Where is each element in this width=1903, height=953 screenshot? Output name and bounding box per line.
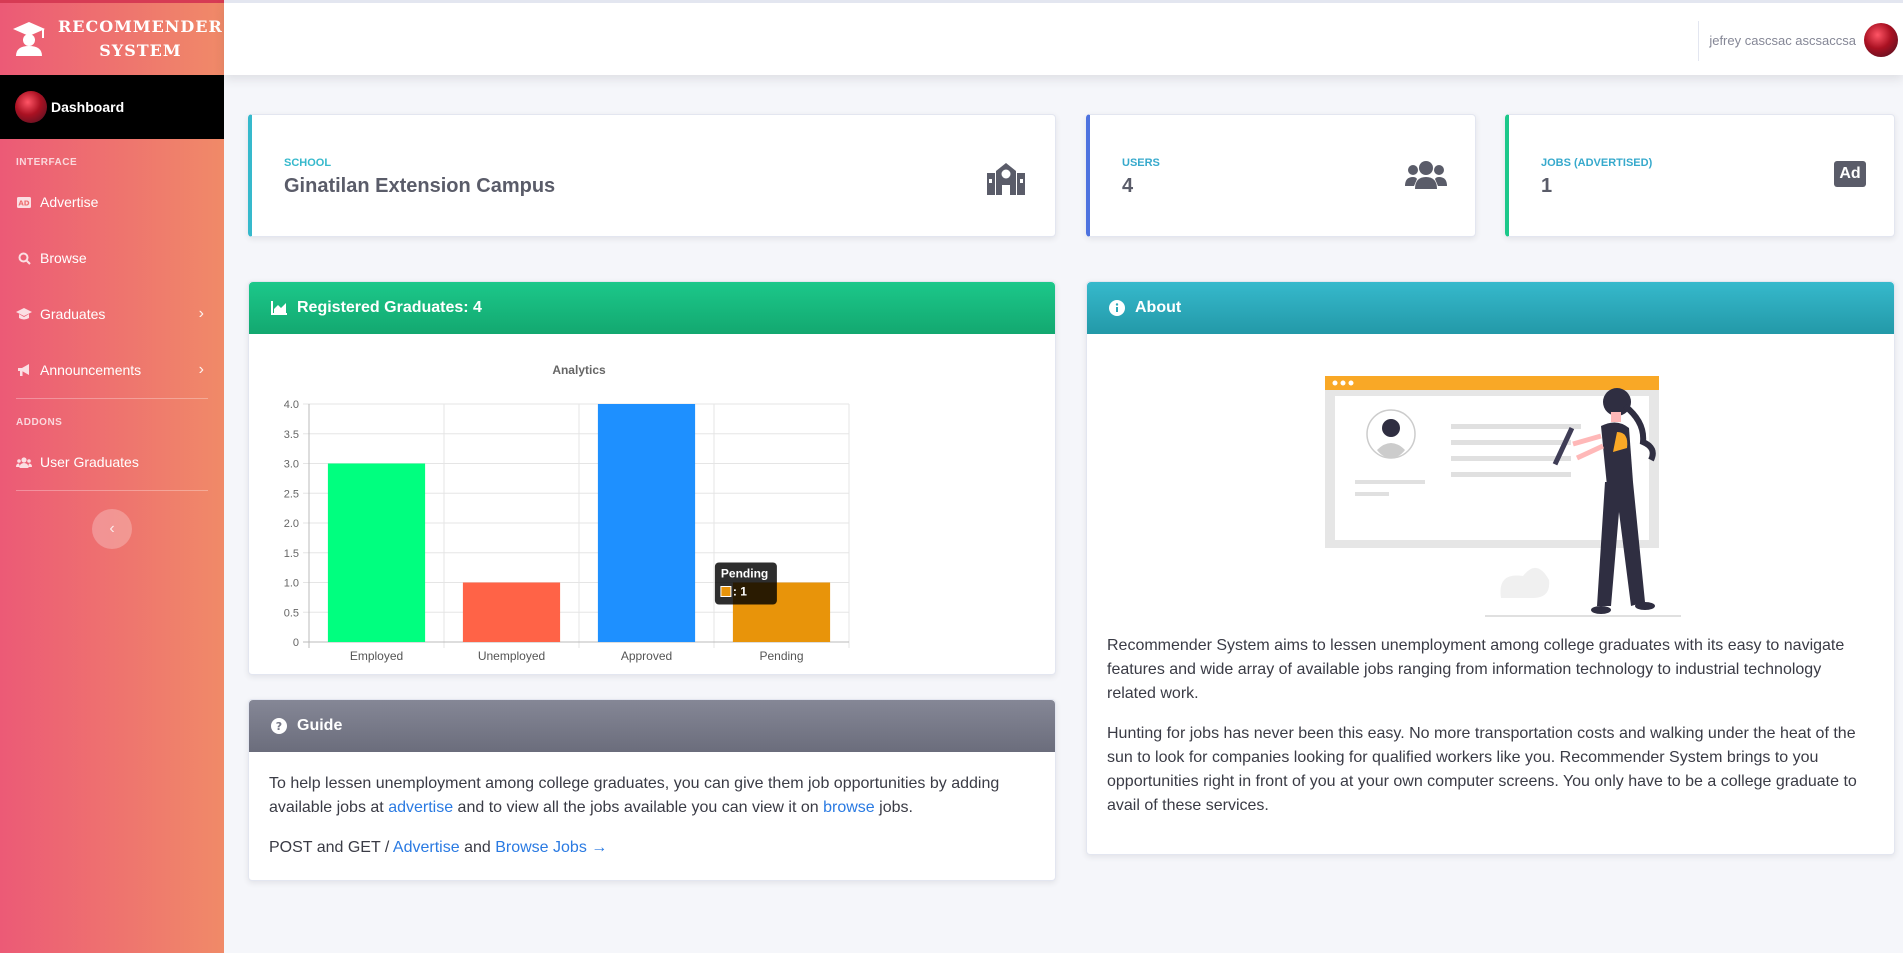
- megaphone-icon: [16, 363, 32, 377]
- ad-badge-icon: Ad: [1834, 161, 1866, 187]
- y-tick-label: 3.5: [284, 429, 299, 441]
- bar-unemployed: [462, 582, 561, 642]
- brand[interactable]: RECOMMENDER SYSTEM: [0, 0, 224, 75]
- question-circle-icon: ?: [271, 718, 287, 734]
- ad-badge-text: Ad: [1834, 161, 1866, 187]
- advertise-link[interactable]: advertise: [388, 799, 453, 816]
- tooltip-value: : 1: [733, 585, 747, 599]
- sidebar-item-advertise[interactable]: AD Advertise: [0, 174, 224, 230]
- analytics-chart: Analytics 4.0 3.5 3.0 2.5 2.0 1.5 1.0 0.5 0 Employ…: [284, 363, 850, 663]
- x-tick-label: Unemployed: [478, 649, 545, 663]
- tooltip-swatch: [720, 586, 732, 597]
- topbar-divider: [1698, 21, 1699, 61]
- about-panel: About Recommender System aims to lessen …: [1086, 281, 1895, 855]
- x-tick-label: Pending: [759, 649, 803, 663]
- sidebar-toggle-button[interactable]: ‹: [92, 509, 132, 549]
- panel-title: Registered Graduates: 4: [297, 299, 482, 316]
- stat-label: JOBS (ADVERTISED): [1541, 157, 1653, 169]
- stat-card-jobs: JOBS (ADVERTISED) 1 Ad: [1505, 114, 1895, 237]
- topbar: jefrey cascsac ascsaccsa: [224, 0, 1903, 75]
- panel-title: Guide: [297, 717, 343, 734]
- sidebar-item-browse[interactable]: Browse: [0, 230, 224, 286]
- y-tick-label: 4.0: [284, 399, 299, 411]
- sidebar-item-dashboard[interactable]: Dashboard: [0, 75, 224, 139]
- y-tick-label: 2.0: [284, 518, 299, 530]
- sidebar-item-announcements[interactable]: Announcements ›: [0, 342, 224, 398]
- y-tick-label: 1.0: [284, 578, 299, 590]
- about-paragraph-2: Hunting for jobs has never been this eas…: [1107, 725, 1857, 814]
- browse-jobs-link[interactable]: Browse Jobs →: [495, 839, 607, 856]
- graduation-cap-icon: [16, 308, 32, 320]
- x-tick-label: Approved: [621, 649, 672, 663]
- stat-card-users: USERS 4: [1086, 114, 1476, 237]
- user-name[interactable]: jefrey cascsac ascsaccsa: [1709, 33, 1856, 48]
- panel-header: About: [1087, 282, 1894, 334]
- sidebar-item-label: User Graduates: [40, 454, 139, 470]
- y-tick-label: 1.5: [284, 548, 299, 560]
- x-tick-label: Employed: [350, 649, 403, 663]
- chart-title: Analytics: [552, 363, 606, 377]
- search-icon: [16, 252, 32, 265]
- about-paragraph-1: Recommender System aims to lessen unempl…: [1107, 637, 1845, 702]
- bar-employed: [327, 463, 426, 642]
- stat-label: SCHOOL: [284, 157, 332, 169]
- y-tick-label: 0: [293, 637, 299, 649]
- divider: [16, 490, 208, 491]
- stat-value: 1: [1541, 175, 1553, 197]
- sidebar-item-label: Graduates: [40, 306, 106, 322]
- guide-text: jobs.: [874, 799, 913, 816]
- area-chart-icon: [271, 301, 287, 315]
- panel-header: Registered Graduates: 4: [249, 282, 1055, 334]
- chevron-right-icon: ›: [198, 305, 204, 322]
- stat-label: USERS: [1122, 157, 1160, 169]
- users-icon: [16, 456, 32, 468]
- chevron-right-icon: ›: [198, 361, 204, 378]
- panel-title: About: [1135, 299, 1182, 316]
- registered-graduates-panel: Registered Graduates: 4 Analytics 4.0 3.5 3…: [248, 281, 1056, 675]
- brand-line-2: SYSTEM: [99, 41, 182, 60]
- y-tick-label: 0.5: [284, 607, 299, 619]
- info-circle-icon: [1109, 300, 1125, 316]
- sidebar-item-label: Dashboard: [51, 99, 125, 115]
- advertise-link[interactable]: Advertise: [393, 839, 460, 856]
- illustration-image: [1325, 376, 1681, 617]
- guide-text: and: [459, 839, 496, 856]
- school-icon: [985, 159, 1027, 200]
- sidebar-item-label: Browse: [40, 250, 87, 266]
- y-tick-label: 3.0: [284, 459, 299, 471]
- stat-value: Ginatilan Extension Campus: [284, 175, 556, 197]
- guide-text: POST and GET /: [269, 839, 393, 856]
- stat-value: 4: [1122, 175, 1134, 197]
- tooltip-title: Pending: [721, 567, 768, 581]
- users-icon: [1405, 159, 1447, 196]
- brand-line-1: RECOMMENDER: [58, 17, 223, 36]
- guide-paragraph-1: To help lessen unemployment among colleg…: [269, 772, 1035, 820]
- graduate-logo-icon: [12, 20, 46, 58]
- sidebar: RECOMMENDER SYSTEM Dashboard INTERFACE A…: [0, 0, 224, 953]
- sidebar-item-user-graduates[interactable]: User Graduates: [0, 434, 224, 490]
- sidebar-item-label: Announcements: [40, 362, 142, 378]
- guide-text: and to view all the jobs available you c…: [453, 799, 824, 816]
- section-heading-addons: ADDONS: [16, 417, 63, 428]
- sidebar-item-graduates[interactable]: Graduates ›: [0, 286, 224, 342]
- avatar: [15, 91, 47, 123]
- section-heading-interface: INTERFACE: [16, 157, 78, 168]
- bar-approved: [597, 404, 696, 642]
- panel-header: ? Guide: [249, 700, 1055, 752]
- user-avatar[interactable]: [1864, 23, 1898, 57]
- svg-text:AD: AD: [18, 199, 29, 207]
- svg-text:?: ?: [276, 720, 282, 733]
- guide-paragraph-2: POST and GET / Advertise and Browse Jobs…: [269, 836, 1035, 860]
- ad-icon: AD: [16, 196, 32, 208]
- stat-card-school: SCHOOL Ginatilan Extension Campus: [248, 114, 1056, 237]
- guide-panel: ? Guide To help lessen unemployment amon…: [248, 699, 1056, 881]
- chevron-left-icon: ‹: [109, 520, 115, 537]
- browse-link[interactable]: browse: [823, 799, 875, 816]
- y-tick-label: 2.5: [284, 488, 299, 500]
- sidebar-item-label: Advertise: [40, 194, 99, 210]
